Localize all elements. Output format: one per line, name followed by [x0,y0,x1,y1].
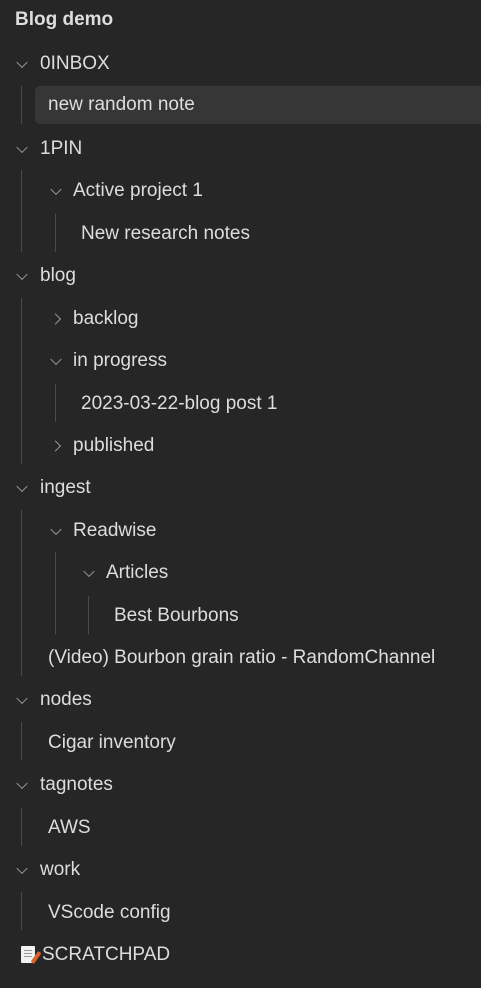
folder-1pin[interactable]: 1PIN [0,130,481,168]
file-new-research-notes[interactable]: New research notes [0,215,481,253]
file-vscode-config[interactable]: VScode config [0,894,481,932]
chevron-down-icon[interactable] [83,565,95,578]
folder-active-project-1[interactable]: Active project 1 [0,172,481,210]
chevron-down-icon[interactable] [16,141,28,154]
folder-nodes[interactable]: nodes [0,681,481,719]
file-scratchpad[interactable]: SCRATCHPAD [0,936,481,974]
chevron-down-icon[interactable] [16,692,28,705]
chevron-down-icon[interactable] [16,862,28,875]
chevron-down-icon[interactable] [16,56,28,69]
chevron-down-icon[interactable] [16,480,28,493]
chevron-down-icon[interactable] [16,268,28,281]
file-new-random-note[interactable]: new random note [35,86,481,124]
folder-articles[interactable]: Articles [0,554,481,592]
folder-ingest[interactable]: ingest [0,469,481,507]
folder-in-progress[interactable]: in progress [0,342,481,380]
folder-label: 1PIN [40,138,83,159]
folder-tagnotes[interactable]: tagnotes [0,766,481,804]
file-label: Best Bourbons [114,605,239,626]
folder-label: work [40,859,81,880]
indent-guide-inbox [21,86,22,124]
folder-label: in progress [73,350,167,371]
folder-label: 0INBOX [40,53,110,74]
vault-title: Blog demo [15,9,114,30]
chevron-down-icon[interactable] [50,523,62,536]
folder-label: blog [40,265,76,286]
chevron-right-icon[interactable] [49,440,62,452]
folder-label: backlog [73,308,139,329]
folder-label: nodes [40,689,92,710]
folder-backlog[interactable]: backlog [0,300,481,338]
folder-0inbox[interactable]: 0INBOX [0,45,481,83]
chevron-right-icon[interactable] [49,313,62,325]
file-label: SCRATCHPAD [42,944,171,965]
folder-work[interactable]: work [0,851,481,889]
memo-icon [21,946,35,963]
file-blog-post-1[interactable]: 2023-03-22-blog post 1 [0,385,481,423]
file-label: new random note [48,94,195,115]
file-label: Cigar inventory [48,732,176,753]
folder-label: tagnotes [40,774,113,795]
chevron-down-icon[interactable] [50,353,62,366]
folder-label: published [73,435,155,456]
file-label: New research notes [81,223,250,244]
file-aws[interactable]: AWS [0,809,481,847]
folder-readwise[interactable]: Readwise [0,512,481,550]
file-label: VScode config [48,902,171,923]
file-cigar-inventory[interactable]: Cigar inventory [0,724,481,762]
folder-blog[interactable]: blog [0,257,481,295]
file-video-bourbon-grain-ratio[interactable]: (Video) Bourbon grain ratio - RandomChan… [0,639,481,677]
file-label: AWS [48,817,91,838]
file-label: (Video) Bourbon grain ratio - RandomChan… [48,647,436,668]
folder-label: Active project 1 [73,180,203,201]
file-best-bourbons[interactable]: Best Bourbons [0,597,481,635]
folder-published[interactable]: published [0,427,481,465]
file-label: 2023-03-22-blog post 1 [81,393,278,414]
chevron-down-icon[interactable] [50,183,62,196]
folder-label: Readwise [73,520,157,541]
folder-label: ingest [40,477,91,498]
chevron-down-icon[interactable] [16,777,28,790]
folder-label: Articles [106,562,169,583]
